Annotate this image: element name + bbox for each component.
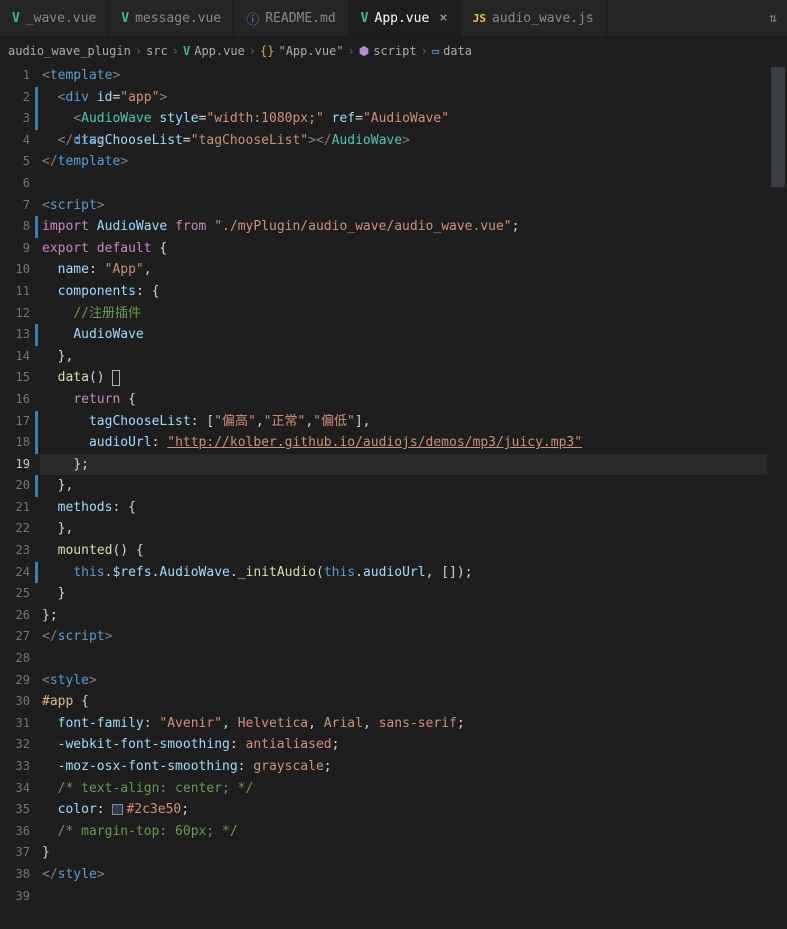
chevron-right-icon: › xyxy=(172,44,179,58)
crumb-file[interactable]: VApp.vue xyxy=(183,44,245,58)
tab-label: audio_wave.js xyxy=(492,11,594,26)
vue-icon: V xyxy=(361,11,369,26)
breadcrumbs: audio_wave_plugin › src › VApp.vue › {}"… xyxy=(0,37,787,65)
vue-icon: V xyxy=(12,11,20,26)
namespace-icon: {} xyxy=(260,44,274,58)
crumb-namespace[interactable]: {}"App.vue" xyxy=(260,44,343,58)
crumb-src[interactable]: src xyxy=(146,44,168,58)
editor-tabs: V _wave.vue V message.vue ⓘ README.md V … xyxy=(0,0,787,37)
tab-audio-wave-js[interactable]: JS audio_wave.js xyxy=(461,0,607,36)
chevron-right-icon: › xyxy=(135,44,142,58)
chevron-right-icon: › xyxy=(421,44,428,58)
minimap[interactable] xyxy=(769,65,787,929)
close-icon[interactable]: × xyxy=(439,10,447,26)
tab-message-vue[interactable]: V message.vue xyxy=(109,0,234,36)
chevron-right-icon: › xyxy=(249,44,256,58)
code-editor[interactable]: 1234567891011121314151617181920212223242… xyxy=(0,65,787,929)
code-icon: ⬢ xyxy=(359,44,369,58)
tab-app-vue[interactable]: V App.vue × xyxy=(349,0,461,36)
color-swatch[interactable] xyxy=(112,804,123,815)
variable-icon: ▭ xyxy=(432,44,439,58)
info-icon: ⓘ xyxy=(246,9,259,28)
crumb-symbol[interactable]: ▭data xyxy=(432,44,472,58)
tab-label: App.vue xyxy=(375,11,430,26)
chevron-right-icon: › xyxy=(348,44,355,58)
vue-icon: V xyxy=(121,11,129,26)
tab-label: _wave.vue xyxy=(26,11,96,26)
crumb-project[interactable]: audio_wave_plugin xyxy=(8,44,131,58)
tab-label: message.vue xyxy=(135,11,221,26)
vue-icon: V xyxy=(183,44,190,58)
line-gutter: 1234567891011121314151617181920212223242… xyxy=(0,65,40,929)
compare-changes-icon[interactable]: ⇅ xyxy=(759,0,787,36)
crumb-script[interactable]: ⬢script xyxy=(359,44,417,58)
tab-label: README.md xyxy=(265,11,335,26)
code-content[interactable]: <template> <div id="app"> <AudioWave sty… xyxy=(40,65,787,929)
tab-readme[interactable]: ⓘ README.md xyxy=(234,0,348,36)
js-icon: JS xyxy=(473,12,486,25)
tab-wave-vue[interactable]: V _wave.vue xyxy=(0,0,109,36)
